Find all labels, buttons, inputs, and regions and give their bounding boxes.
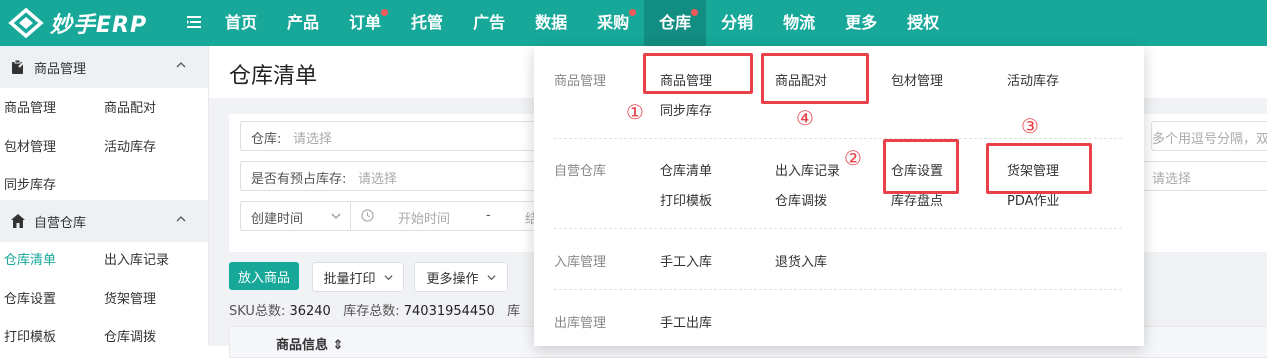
home-icon: [11, 214, 25, 228]
highlight-box-product-pairing: [761, 53, 869, 104]
add-product-button[interactable]: 放入商品: [229, 262, 299, 290]
menu-item-packaging[interactable]: 包材管理: [891, 70, 943, 89]
menu-category-outbound: 出库管理: [554, 316, 607, 331]
time-type-select[interactable]: 创建时间: [240, 201, 352, 231]
nav-distribution[interactable]: 分销: [706, 0, 768, 46]
chevron-up-icon[interactable]: [176, 60, 186, 70]
menu-item-print-template[interactable]: 打印模板: [660, 190, 712, 209]
menu-item-manual-outbound[interactable]: 手工出库: [660, 312, 712, 331]
nav-hosting[interactable]: 托管: [396, 0, 458, 46]
menu-item-inout-records[interactable]: 出入库记录: [775, 160, 840, 179]
nav-purchase[interactable]: 采购: [582, 0, 644, 46]
stock-total: 74031954450: [403, 304, 495, 319]
menu-divider: [554, 138, 1122, 139]
highlight-box-product-mgmt: [643, 53, 753, 94]
menu-divider: [554, 228, 1122, 229]
menu-toggle-icon[interactable]: [186, 14, 202, 30]
chevron-down-icon: [383, 274, 393, 280]
annotation-marker-4: ④: [796, 106, 814, 130]
annotation-marker-1: ①: [626, 100, 644, 124]
notification-dot: [381, 9, 389, 16]
sidebar-item-product-mgmt[interactable]: 商品管理: [4, 97, 56, 116]
logo-icon: [8, 8, 44, 38]
sidebar-item-warehouse-transfer[interactable]: 仓库调拨: [104, 326, 156, 345]
batch-print-button[interactable]: 批量打印: [312, 262, 404, 292]
warehouse-dropdown-menu: 商品管理 商品管理 商品配对 包材管理 活动库存 同步库存 自营仓库 仓库清单 …: [534, 46, 1144, 346]
menu-item-activity-stock[interactable]: 活动库存: [1007, 70, 1059, 89]
nav-more[interactable]: 更多: [830, 0, 892, 46]
right-filter-select[interactable]: 请选择: [1141, 161, 1267, 191]
nav-orders[interactable]: 订单: [334, 0, 396, 46]
annotation-marker-2: ②: [844, 146, 862, 170]
menu-item-sync-stock[interactable]: 同步库存: [660, 100, 712, 119]
page-title: 仓库清单: [229, 64, 318, 89]
nav-ads[interactable]: 广告: [458, 0, 520, 46]
sidebar-item-warehouse-list[interactable]: 仓库清单: [4, 249, 56, 268]
sidebar-item-print-template[interactable]: 打印模板: [4, 326, 56, 345]
presale-stock-select[interactable]: 是否有预占库存: 请选择: [240, 161, 572, 191]
main-nav: 首页 产品 订单 托管 广告 数据 采购 仓库 分销 物流 更多 授权: [210, 0, 954, 46]
nav-home[interactable]: 首页: [210, 0, 272, 46]
highlight-box-shelf-mgmt: [986, 143, 1092, 194]
annotation-marker-3: ③: [1021, 114, 1039, 138]
menu-item-warehouse-transfer[interactable]: 仓库调拨: [775, 190, 827, 209]
sku-input[interactable]: 多个用逗号分隔，双: [1151, 121, 1267, 151]
logo-text: 妙手ERP: [50, 13, 148, 38]
sku-total: 36240: [289, 304, 331, 319]
sidebar-group-own-warehouse[interactable]: 自营仓库: [0, 200, 208, 242]
sidebar-group-product-mgmt[interactable]: 商品管理: [0, 46, 208, 88]
chevron-down-icon: [331, 213, 341, 219]
sidebar-item-warehouse-settings[interactable]: 仓库设置: [4, 288, 56, 307]
sidebar-item-inout-records[interactable]: 出入库记录: [104, 249, 169, 268]
app-logo[interactable]: 妙手ERP: [8, 7, 147, 39]
clipboard-icon: [12, 59, 25, 74]
notification-dot: [629, 9, 637, 16]
top-navbar: 妙手ERP 首页 产品 订单 托管 广告 数据 采购 仓库 分销 物流 更多 授…: [0, 0, 1267, 46]
highlight-box-warehouse-settings: [883, 139, 959, 194]
column-header-product-info[interactable]: 商品信息 ⇕: [276, 334, 343, 353]
menu-item-warehouse-list[interactable]: 仓库清单: [660, 160, 712, 179]
menu-category-inbound: 入库管理: [554, 255, 607, 270]
nav-logistics[interactable]: 物流: [768, 0, 830, 46]
nav-data[interactable]: 数据: [520, 0, 582, 46]
nav-authorization[interactable]: 授权: [892, 0, 954, 46]
sidebar: 商品管理 商品管理 商品配对 包材管理 活动库存 同步库存 自营仓库 仓库清单 …: [0, 46, 209, 346]
sidebar-item-activity-stock[interactable]: 活动库存: [104, 136, 156, 155]
menu-category-product-mgmt: 商品管理: [554, 74, 607, 89]
sidebar-item-shelf-mgmt[interactable]: 货架管理: [104, 288, 156, 307]
menu-item-return-inbound[interactable]: 退货入库: [775, 251, 827, 270]
menu-divider: [554, 289, 1122, 290]
more-actions-button[interactable]: 更多操作: [414, 262, 508, 292]
nav-products[interactable]: 产品: [272, 0, 334, 46]
clock-icon: [361, 209, 374, 222]
menu-category-own-warehouse: 自营仓库: [554, 164, 607, 179]
notification-dot: [691, 9, 699, 16]
chevron-down-icon: [486, 274, 496, 280]
sidebar-item-sync-stock[interactable]: 同步库存: [4, 174, 56, 193]
menu-item-manual-inbound[interactable]: 手工入库: [660, 251, 712, 270]
stats-summary: SKU总数: 36240 库存总数: 74031954450 库: [229, 304, 521, 319]
sidebar-item-product-pairing[interactable]: 商品配对: [104, 97, 156, 116]
nav-warehouse[interactable]: 仓库: [644, 0, 707, 46]
chevron-up-icon[interactable]: [176, 214, 186, 224]
warehouse-select[interactable]: 仓库: 请选择: [240, 121, 572, 151]
sidebar-item-packaging[interactable]: 包材管理: [4, 136, 56, 155]
